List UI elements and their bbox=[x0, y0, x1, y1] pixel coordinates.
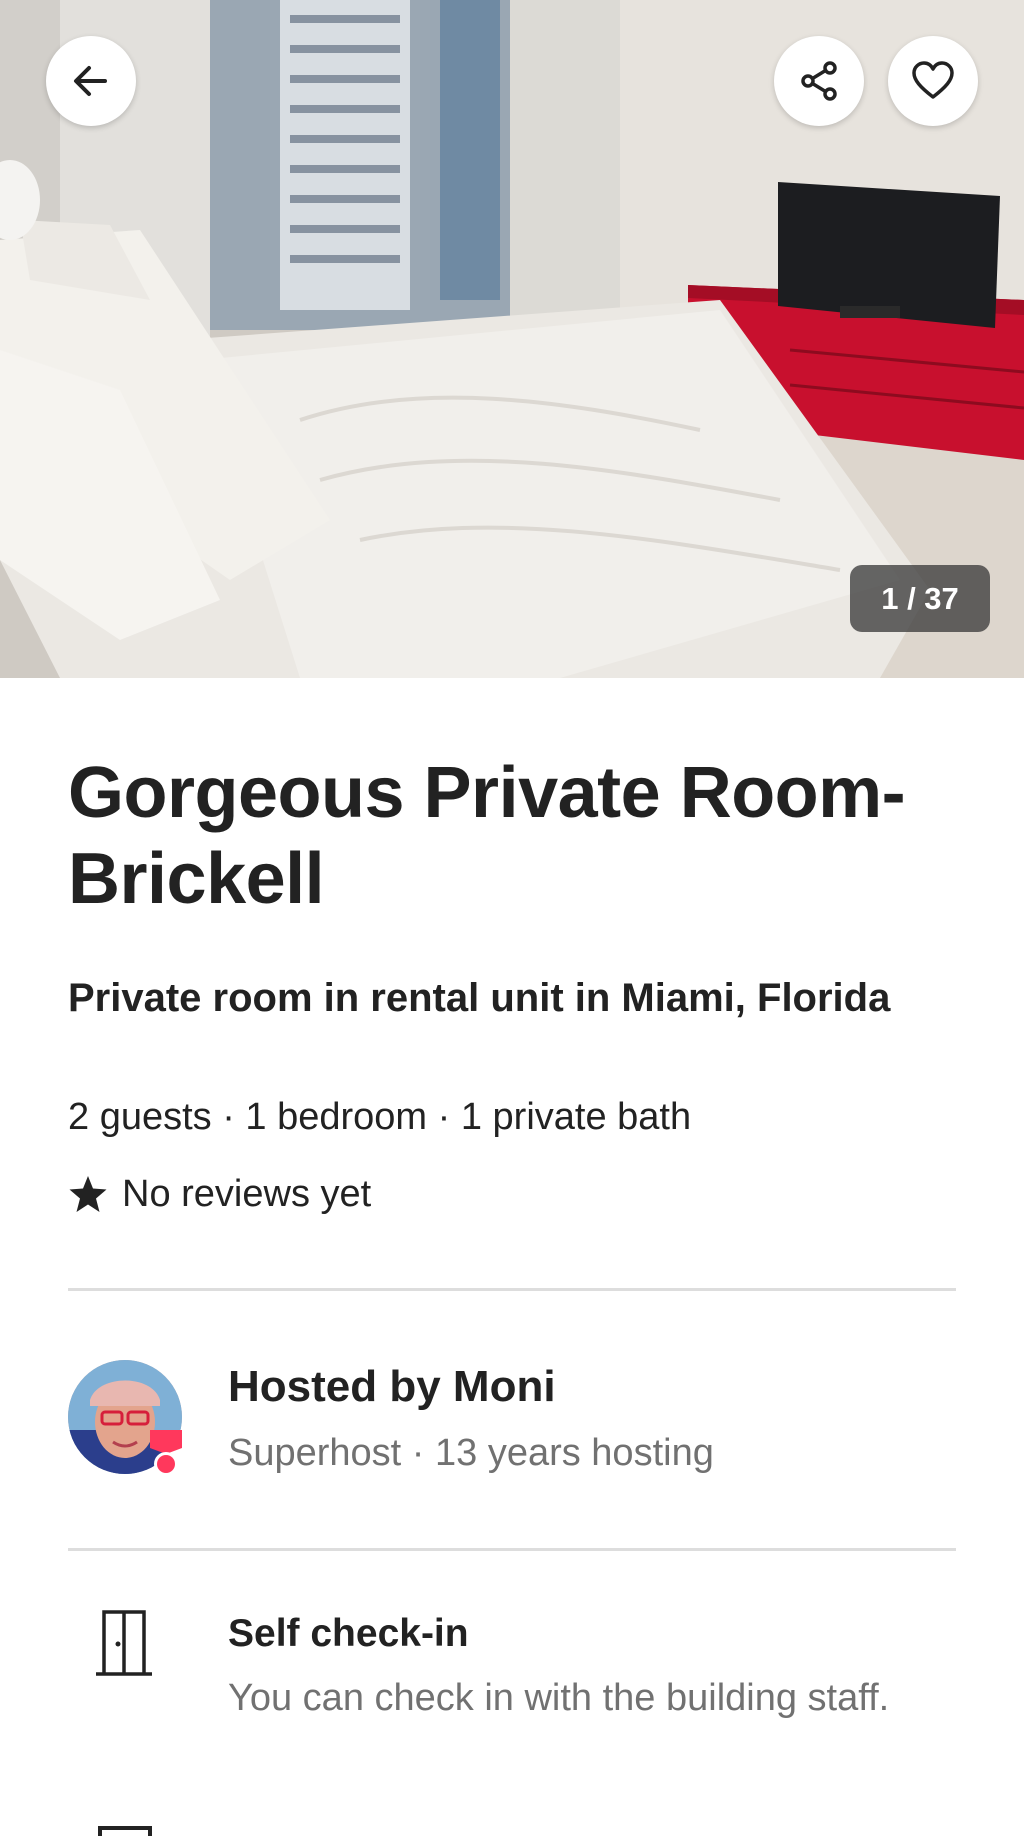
listing-photo[interactable]: 1 / 37 bbox=[0, 0, 1024, 678]
arrow-left-icon bbox=[74, 66, 107, 96]
reviews-row: No reviews yet bbox=[68, 1170, 371, 1218]
feature-title: Self check-in bbox=[228, 1612, 469, 1655]
door-icon bbox=[96, 1610, 152, 1676]
photo-counter: 1 / 37 bbox=[850, 565, 990, 632]
next-feature-icon bbox=[98, 1826, 152, 1836]
host-meta: Superhost · 13 years hosting bbox=[228, 1432, 714, 1474]
heart-icon bbox=[912, 61, 954, 99]
listing-title: Gorgeous Private Room-Brickell bbox=[68, 753, 906, 919]
host-name[interactable]: Hosted by Moni bbox=[228, 1362, 556, 1412]
share-icon bbox=[801, 61, 837, 101]
share-button[interactable] bbox=[774, 36, 864, 126]
star-icon bbox=[69, 1176, 107, 1212]
superhost-badge-icon bbox=[150, 1430, 182, 1476]
back-button[interactable] bbox=[46, 36, 136, 126]
reviews-label: No reviews yet bbox=[122, 1172, 372, 1215]
save-button[interactable] bbox=[888, 36, 978, 126]
feature-description: You can check in with the building staff… bbox=[228, 1677, 890, 1719]
divider bbox=[68, 1548, 956, 1551]
divider bbox=[68, 1288, 956, 1291]
listing-details: 2 guests · 1 bedroom · 1 private bath bbox=[68, 1096, 692, 1138]
listing-subtitle: Private room in rental unit in Miami, Fl… bbox=[68, 976, 891, 1020]
